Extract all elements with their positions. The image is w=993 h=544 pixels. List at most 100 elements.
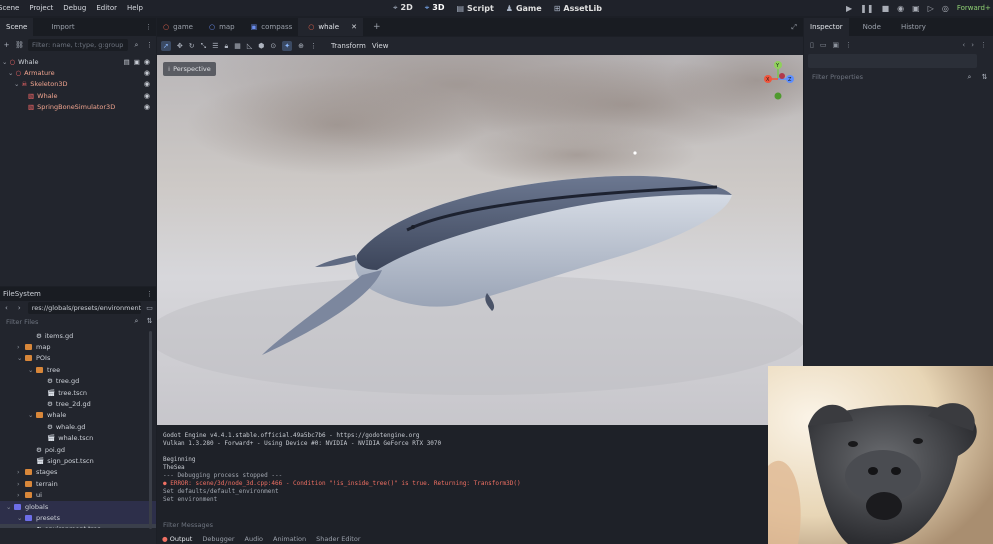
filesystem-item[interactable]: 🎬︎ tree.tscn bbox=[0, 387, 156, 398]
tree-row-whale-mesh[interactable]: ▧ Whale ◉ bbox=[0, 90, 156, 101]
play-custom-icon[interactable]: ▷ bbox=[928, 4, 934, 13]
tab-scene[interactable]: Scene bbox=[0, 18, 34, 36]
filesystem-item[interactable]: ⚙ poi.gd bbox=[0, 444, 156, 455]
search-icon[interactable]: ⌕ bbox=[965, 73, 974, 82]
list-select-icon[interactable]: ☰ bbox=[212, 42, 218, 50]
filesystem-item[interactable]: ⌄ whale bbox=[0, 410, 156, 421]
expand-arrow-icon[interactable]: ⌄ bbox=[6, 503, 14, 511]
filesystem-item[interactable]: ⚙ tree.gd bbox=[0, 376, 156, 387]
expand-arrow-icon[interactable]: ⌄ bbox=[28, 411, 36, 419]
scene-menu-icon[interactable]: ⋮ bbox=[145, 41, 154, 50]
inspector-filter-input[interactable]: Filter Properties bbox=[808, 71, 959, 83]
visibility-eye-icon[interactable]: ◉ bbox=[144, 92, 150, 100]
object-selector[interactable] bbox=[808, 54, 977, 68]
tree-row-springbone[interactable]: ▧ SpringBoneSimulator3D ◉ bbox=[0, 101, 156, 112]
expand-arrow-icon[interactable]: › bbox=[17, 343, 25, 351]
play-icon[interactable]: ▶ bbox=[846, 4, 852, 13]
history-back-icon[interactable]: ‹ bbox=[962, 41, 965, 49]
tab-shader-editor[interactable]: Shader Editor bbox=[316, 535, 360, 543]
scale-tool-icon[interactable]: ⤡ bbox=[201, 42, 207, 51]
script-icon[interactable]: ▤ bbox=[124, 58, 130, 66]
tab-import[interactable]: Import bbox=[33, 18, 80, 36]
filesystem-item[interactable]: › ui bbox=[0, 489, 156, 500]
visibility-eye-icon[interactable]: ◉ bbox=[144, 58, 150, 66]
expand-arrow-icon[interactable]: › bbox=[17, 491, 25, 499]
filesystem-item[interactable]: ⚙ items.gd bbox=[0, 330, 156, 341]
add-node-icon[interactable]: + bbox=[2, 41, 11, 50]
perspective-menu[interactable]: ⁞ Perspective bbox=[163, 62, 216, 76]
mode-game-button[interactable]: ♟ Game bbox=[506, 4, 542, 13]
split-view-icon[interactable]: ▭ bbox=[145, 304, 154, 313]
scene-icon[interactable]: ▣ bbox=[134, 58, 140, 66]
pause-icon[interactable]: ❚❚ bbox=[860, 4, 873, 13]
filesystem-item[interactable]: ⌄ POIs bbox=[0, 353, 156, 364]
transform-menu[interactable]: Transform bbox=[331, 42, 366, 50]
filesystem-item[interactable]: 🎬︎ whale.tscn bbox=[0, 433, 156, 444]
filesystem-item[interactable]: ⚙ whale.gd bbox=[0, 421, 156, 432]
scene-filter-input[interactable]: Filter: name, t:type, g:group bbox=[28, 39, 128, 51]
view-menu[interactable]: View bbox=[372, 42, 389, 50]
filesystem-item[interactable]: ◐environment.tres bbox=[0, 523, 156, 528]
new-resource-icon[interactable]: ▯ bbox=[810, 41, 814, 49]
tab-history[interactable]: History bbox=[887, 18, 932, 36]
link-icon[interactable]: ⛓ bbox=[15, 41, 24, 50]
filesystem-item[interactable]: ⚙ tree_2d.gd bbox=[0, 398, 156, 409]
lock-icon[interactable]: 🔒︎ bbox=[225, 42, 229, 51]
visibility-eye-icon[interactable]: ◉ bbox=[144, 80, 150, 88]
menu-scene[interactable]: Scene bbox=[0, 4, 19, 12]
3d-viewport[interactable]: ⁞ Perspective Y X Z bbox=[157, 55, 803, 425]
tab-animation[interactable]: Animation bbox=[273, 535, 306, 543]
tree-row-whale-root[interactable]: ⌄ ○ Whale ▤ ▣ ◉ bbox=[0, 56, 156, 67]
path-field[interactable]: res://globals/presets/environment bbox=[27, 302, 142, 314]
rotate-tool-icon[interactable]: ↻ bbox=[189, 42, 195, 50]
open-folder-icon[interactable]: ▭ bbox=[820, 41, 827, 49]
output-filter-input[interactable]: Filter Messages bbox=[157, 519, 803, 531]
camera-icon[interactable]: ✦ bbox=[282, 41, 293, 51]
local-space-icon[interactable]: ⬢ bbox=[258, 42, 264, 50]
remote-debug-icon[interactable]: ◉ bbox=[897, 4, 904, 13]
tab-inspector[interactable]: Inspector bbox=[804, 18, 849, 36]
expand-arrow-icon[interactable]: ⌄ bbox=[17, 514, 25, 522]
tab-node[interactable]: Node bbox=[849, 18, 887, 36]
snap-icon[interactable]: ⊙ bbox=[270, 42, 276, 50]
mode-script-button[interactable]: ▤ Script bbox=[456, 4, 493, 13]
filesystem-item[interactable]: ⌄ tree bbox=[0, 364, 156, 375]
inspector-menu-icon[interactable]: ⋮ bbox=[845, 41, 852, 49]
add-tab-icon[interactable]: + bbox=[373, 22, 381, 32]
ruler-icon[interactable]: ◺ bbox=[247, 42, 252, 50]
select-tool-icon[interactable]: ➚ bbox=[161, 41, 171, 51]
scene-tab-whale[interactable]: ○ whale ✕ bbox=[298, 18, 363, 36]
close-icon[interactable]: ✕ bbox=[351, 23, 357, 31]
expand-arrow-icon[interactable]: › bbox=[17, 480, 25, 488]
mode-2d-button[interactable]: ⌖ 2D bbox=[393, 3, 413, 13]
filesystem-item[interactable]: › stages bbox=[0, 467, 156, 478]
filesystem-item[interactable]: ⌄ presets bbox=[0, 512, 156, 524]
search-icon[interactable]: ⌕ bbox=[132, 317, 141, 326]
group-icon[interactable]: ▦ bbox=[234, 42, 241, 50]
dock-menu-icon[interactable]: ⋮ bbox=[145, 23, 152, 31]
movie-icon[interactable]: ◎ bbox=[942, 4, 949, 13]
menu-debug[interactable]: Debug bbox=[63, 4, 86, 12]
tree-row-skeleton3d[interactable]: ⌄ ☠ Skeleton3D ◉ bbox=[0, 79, 156, 90]
visibility-eye-icon[interactable]: ◉ bbox=[144, 69, 150, 77]
menu-editor[interactable]: Editor bbox=[96, 4, 117, 12]
forward-icon[interactable]: › bbox=[15, 304, 24, 313]
filesystem-item[interactable]: ⌄ globals bbox=[0, 500, 156, 513]
search-icon[interactable]: ⌕ bbox=[132, 41, 141, 50]
filesystem-item[interactable]: 🎬︎ sign_post.tscn bbox=[0, 455, 156, 466]
scene-tab-game[interactable]: ○ game bbox=[157, 18, 199, 36]
scene-tab-map[interactable]: ○ map bbox=[199, 18, 241, 36]
expand-arrow-icon[interactable]: › bbox=[17, 468, 25, 476]
menu-project[interactable]: Project bbox=[29, 4, 53, 12]
history-list-icon[interactable]: ⋮ bbox=[980, 41, 987, 49]
globe-icon[interactable]: ⊕ bbox=[298, 42, 304, 50]
expand-arrow-icon[interactable]: ⌄ bbox=[28, 366, 36, 374]
save-icon[interactable]: ▣ bbox=[832, 41, 839, 49]
stop-icon[interactable]: ■ bbox=[882, 4, 890, 13]
scene-tab-compass[interactable]: ▣ compass bbox=[241, 18, 299, 36]
mode-assetlib-button[interactable]: ⊞ AssetLib bbox=[554, 4, 602, 13]
play-scene-icon[interactable]: ▣ bbox=[912, 4, 920, 13]
filesystem-item[interactable]: › map bbox=[0, 341, 156, 352]
history-forward-icon[interactable]: › bbox=[971, 41, 974, 49]
move-tool-icon[interactable]: ✥ bbox=[177, 42, 183, 50]
